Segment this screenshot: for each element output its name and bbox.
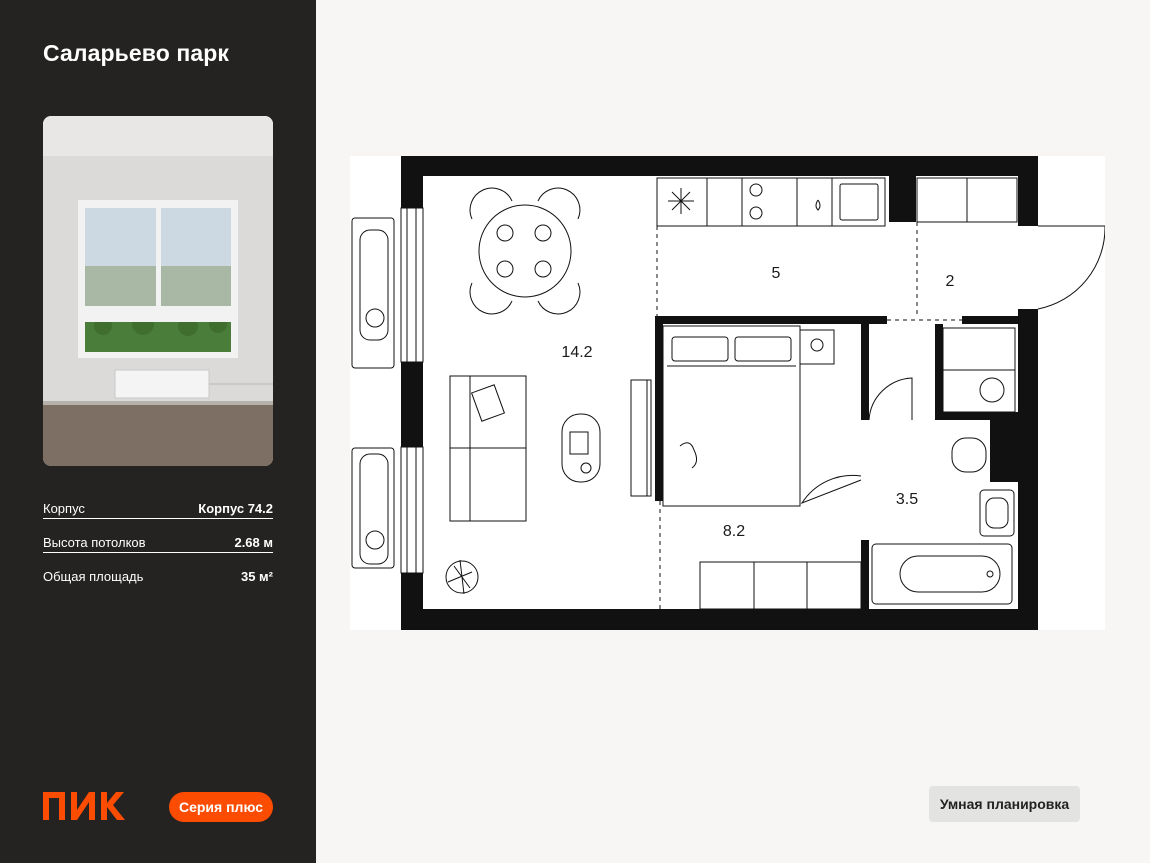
spec-value: 2.68 м [234, 535, 273, 550]
spec-row-area: Общая площадь 35 м² [43, 553, 273, 587]
spec-label: Высота потолков [43, 535, 146, 550]
project-title: Саларьево парк [43, 40, 229, 66]
smart-plan-button[interactable]: Умная планировка [929, 786, 1080, 822]
pik-logo-mark [43, 792, 125, 820]
apartment-photo [43, 116, 273, 466]
room-area-living: 14.2 [561, 344, 592, 361]
spec-label: Корпус [43, 501, 85, 516]
specs-list: Корпус Корпус 74.2 Высота потолков 2.68 … [43, 498, 273, 587]
spec-value: 35 м² [240, 569, 273, 584]
spec-row-ceiling: Высота потолков 2.68 м [43, 519, 273, 553]
series-plus-button[interactable]: Серия плюс [169, 792, 273, 822]
room-area-bathroom: 3.5 [896, 491, 918, 508]
sidebar: Саларьево парк Корпус Корпус 74.2 Высота… [0, 0, 316, 863]
spec-value: Корпус 74.2 [198, 501, 273, 516]
floor-plan: 14.2 5 2 8.2 3.5 [350, 156, 1106, 635]
room-area-kitchen: 5 [772, 265, 781, 282]
spec-row-building: Корпус Корпус 74.2 [43, 498, 273, 519]
pik-logo [43, 792, 125, 825]
room-area-hall: 2 [946, 273, 955, 290]
room-area-bedroom: 8.2 [723, 523, 745, 540]
spec-label: Общая площадь [43, 569, 144, 584]
